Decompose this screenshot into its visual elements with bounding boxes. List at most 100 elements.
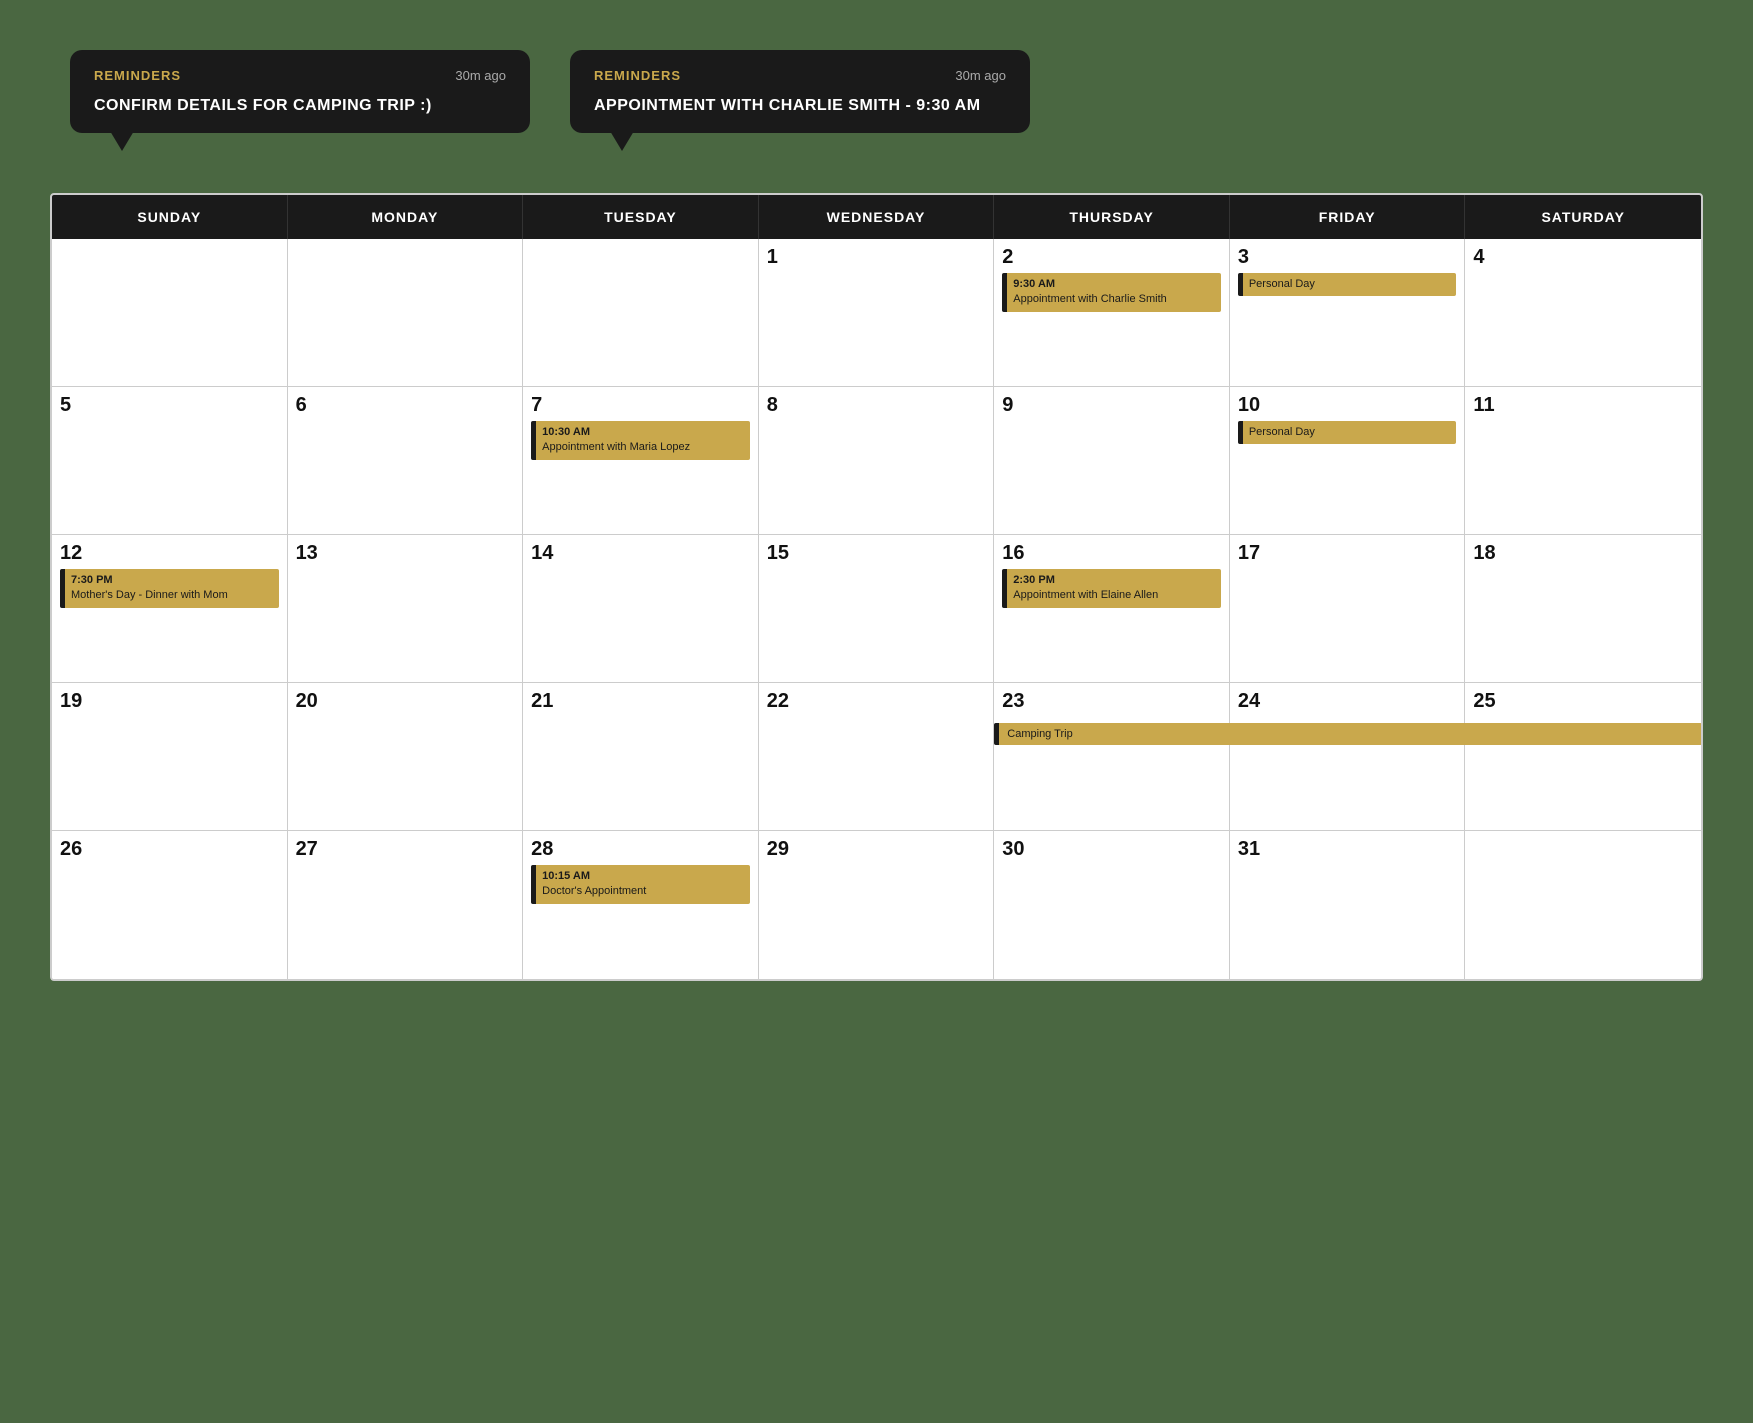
cell-day-24: 24 bbox=[1230, 683, 1466, 831]
cell-empty-mon bbox=[288, 239, 524, 387]
day-number-27: 27 bbox=[296, 839, 515, 859]
event-time: 10:30 AM bbox=[542, 425, 744, 440]
day-number-14: 14 bbox=[531, 543, 750, 563]
event-title: Mother's Day - Dinner with Mom bbox=[71, 588, 273, 603]
cell-day-19: 19 bbox=[52, 683, 288, 831]
cell-day-23: 23 Camping Trip bbox=[994, 683, 1230, 831]
event-mothers-day[interactable]: 7:30 PM Mother's Day - Dinner with Mom bbox=[60, 569, 279, 608]
week-5: 26 27 28 10:15 AM Doctor's Appointment 2… bbox=[52, 831, 1701, 979]
notification-text-1: CONFIRM DETAILS FOR CAMPING TRIP :) bbox=[94, 97, 506, 115]
event-camping-trip[interactable]: Camping Trip bbox=[994, 723, 1702, 745]
event-title: Personal Day bbox=[1249, 425, 1451, 440]
day-number-23: 23 bbox=[1002, 691, 1221, 711]
day-number-9: 9 bbox=[1002, 395, 1221, 415]
day-number-28: 28 bbox=[531, 839, 750, 859]
event-title: Appointment with Elaine Allen bbox=[1013, 588, 1215, 603]
event-content: Personal Day bbox=[1243, 273, 1457, 296]
day-number-29: 29 bbox=[767, 839, 986, 859]
day-number-3: 3 bbox=[1238, 247, 1457, 267]
day-number-16: 16 bbox=[1002, 543, 1221, 563]
notifications-area: REMINDERS 30m ago CONFIRM DETAILS FOR CA… bbox=[30, 30, 1723, 153]
day-number-22: 22 bbox=[767, 691, 986, 711]
cell-day-21: 21 bbox=[523, 683, 759, 831]
cell-day-8: 8 bbox=[759, 387, 995, 535]
notification-time-1: 30m ago bbox=[455, 68, 506, 83]
event-content: 2:30 PM Appointment with Elaine Allen bbox=[1007, 569, 1221, 608]
notification-label-2: REMINDERS bbox=[594, 68, 681, 83]
cell-day-26: 26 bbox=[52, 831, 288, 979]
event-content: 9:30 AM Appointment with Charlie Smith bbox=[1007, 273, 1221, 312]
day-number-12: 12 bbox=[60, 543, 279, 563]
notification-1: REMINDERS 30m ago CONFIRM DETAILS FOR CA… bbox=[70, 50, 530, 133]
event-content: 7:30 PM Mother's Day - Dinner with Mom bbox=[65, 569, 279, 608]
day-number-5: 5 bbox=[60, 395, 279, 415]
cell-day-20: 20 bbox=[288, 683, 524, 831]
cell-day-5: 5 bbox=[52, 387, 288, 535]
event-title: Appointment with Maria Lopez bbox=[542, 440, 744, 455]
cell-day-25: 25 bbox=[1465, 683, 1701, 831]
cell-day-30: 30 bbox=[994, 831, 1230, 979]
event-time: 10:15 AM bbox=[542, 869, 744, 884]
cell-day-28: 28 10:15 AM Doctor's Appointment bbox=[523, 831, 759, 979]
cell-empty-sun bbox=[52, 239, 288, 387]
cell-day-10: 10 Personal Day bbox=[1230, 387, 1466, 535]
cell-day-31: 31 bbox=[1230, 831, 1466, 979]
calendar: SUNDAY MONDAY TUESDAY WEDNESDAY THURSDAY… bbox=[50, 193, 1703, 981]
week-4: 19 20 21 22 23 Camping Trip 24 25 bbox=[52, 683, 1701, 831]
day-number-2: 2 bbox=[1002, 247, 1221, 267]
day-number-11: 11 bbox=[1473, 395, 1693, 415]
day-number-10: 10 bbox=[1238, 395, 1457, 415]
day-number-31: 31 bbox=[1238, 839, 1457, 859]
cell-day-22: 22 bbox=[759, 683, 995, 831]
day-number-1: 1 bbox=[767, 247, 986, 267]
event-title: Personal Day bbox=[1249, 277, 1451, 292]
notification-time-2: 30m ago bbox=[955, 68, 1006, 83]
header-monday: MONDAY bbox=[288, 195, 524, 239]
cell-day-3: 3 Personal Day bbox=[1230, 239, 1466, 387]
event-title: Appointment with Charlie Smith bbox=[1013, 292, 1215, 307]
event-personal-day-10[interactable]: Personal Day bbox=[1238, 421, 1457, 444]
cell-day-7: 7 10:30 AM Appointment with Maria Lopez bbox=[523, 387, 759, 535]
event-time: 7:30 PM bbox=[71, 573, 273, 588]
cell-day-29: 29 bbox=[759, 831, 995, 979]
event-title: Doctor's Appointment bbox=[542, 884, 744, 899]
header-sunday: SUNDAY bbox=[52, 195, 288, 239]
notification-text-2: APPOINTMENT WITH CHARLIE SMITH - 9:30 AM bbox=[594, 97, 1006, 115]
event-charlie-smith[interactable]: 9:30 AM Appointment with Charlie Smith bbox=[1002, 273, 1221, 312]
day-number-13: 13 bbox=[296, 543, 515, 563]
day-number-8: 8 bbox=[767, 395, 986, 415]
cell-empty-tue bbox=[523, 239, 759, 387]
cell-day-9: 9 bbox=[994, 387, 1230, 535]
event-doctors-appointment[interactable]: 10:15 AM Doctor's Appointment bbox=[531, 865, 750, 904]
event-time: 2:30 PM bbox=[1013, 573, 1215, 588]
cell-day-16: 16 2:30 PM Appointment with Elaine Allen bbox=[994, 535, 1230, 683]
cell-day-6: 6 bbox=[288, 387, 524, 535]
cell-day-15: 15 bbox=[759, 535, 995, 683]
week-3: 12 7:30 PM Mother's Day - Dinner with Mo… bbox=[52, 535, 1701, 683]
notification-2: REMINDERS 30m ago APPOINTMENT WITH CHARL… bbox=[570, 50, 1030, 133]
cell-day-18: 18 bbox=[1465, 535, 1701, 683]
day-number-19: 19 bbox=[60, 691, 279, 711]
header-wednesday: WEDNESDAY bbox=[759, 195, 995, 239]
cell-empty-last bbox=[1465, 831, 1701, 979]
day-number-17: 17 bbox=[1238, 543, 1457, 563]
event-personal-day-3[interactable]: Personal Day bbox=[1238, 273, 1457, 296]
header-tuesday: TUESDAY bbox=[523, 195, 759, 239]
header-saturday: SATURDAY bbox=[1465, 195, 1701, 239]
event-content: 10:30 AM Appointment with Maria Lopez bbox=[536, 421, 750, 460]
event-maria-lopez[interactable]: 10:30 AM Appointment with Maria Lopez bbox=[531, 421, 750, 460]
cell-day-13: 13 bbox=[288, 535, 524, 683]
notification-header-1: REMINDERS 30m ago bbox=[94, 68, 506, 83]
header-thursday: THURSDAY bbox=[994, 195, 1230, 239]
notification-header-2: REMINDERS 30m ago bbox=[594, 68, 1006, 83]
calendar-header: SUNDAY MONDAY TUESDAY WEDNESDAY THURSDAY… bbox=[52, 195, 1701, 239]
day-number-7: 7 bbox=[531, 395, 750, 415]
cell-day-14: 14 bbox=[523, 535, 759, 683]
week-1: 1 2 9:30 AM Appointment with Charlie Smi… bbox=[52, 239, 1701, 387]
cell-day-27: 27 bbox=[288, 831, 524, 979]
event-content: 10:15 AM Doctor's Appointment bbox=[536, 865, 750, 904]
event-elaine-allen[interactable]: 2:30 PM Appointment with Elaine Allen bbox=[1002, 569, 1221, 608]
day-number-30: 30 bbox=[1002, 839, 1221, 859]
notification-label-1: REMINDERS bbox=[94, 68, 181, 83]
event-time: 9:30 AM bbox=[1013, 277, 1215, 292]
